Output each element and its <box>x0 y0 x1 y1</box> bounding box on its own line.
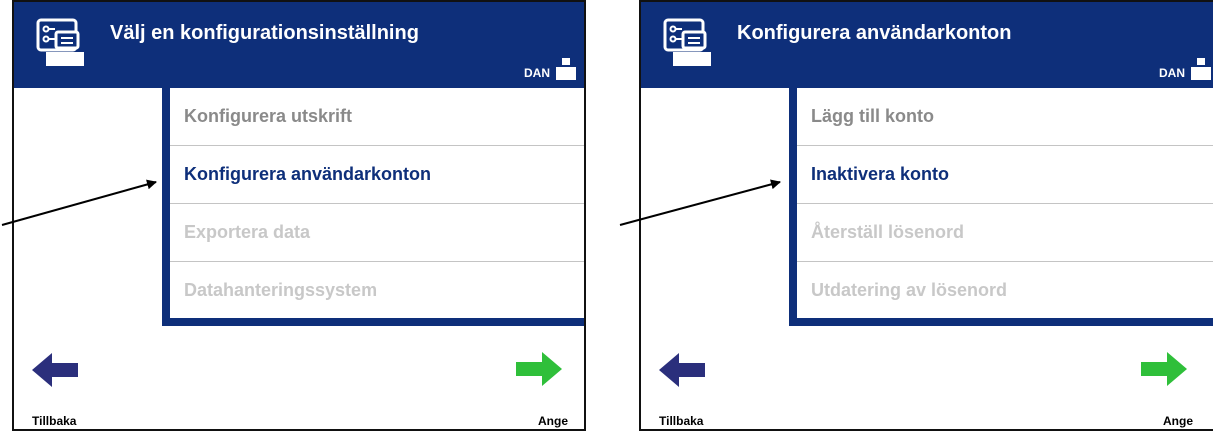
menu-item-configure-print[interactable]: Konfigurera utskrift <box>170 88 584 146</box>
menu-item-export-data[interactable]: Exportera data <box>170 204 584 262</box>
back-arrow-icon[interactable] <box>30 351 80 389</box>
user-name: DAN <box>524 66 550 80</box>
back-button-label[interactable]: Tillbaka <box>659 414 703 428</box>
header-bar: Välj en konfigurationsinställning DAN <box>14 2 584 88</box>
back-arrow-icon[interactable] <box>657 351 707 389</box>
menu-item-configure-user-accounts[interactable]: Konfigurera användarkonton <box>170 146 584 204</box>
screen-configuration-settings: Välj en konfigurationsinställning DAN Ko… <box>12 0 586 431</box>
user-icon <box>556 58 576 80</box>
enter-button-label[interactable]: Ange <box>538 414 568 428</box>
settings-icon <box>36 18 84 66</box>
enter-arrow-icon[interactable] <box>1139 350 1189 388</box>
header-bar: Konfigurera användarkonton DAN <box>641 2 1213 88</box>
user-indicator: DAN <box>524 58 576 80</box>
enter-arrow-icon[interactable] <box>514 350 564 388</box>
screen-configure-user-accounts: Konfigurera användarkonton DAN Lägg till… <box>639 0 1213 431</box>
menu-item-data-management-system[interactable]: Datahanteringssystem <box>170 262 584 319</box>
menu-item-reset-password[interactable]: Återställ lösenord <box>797 204 1213 262</box>
user-icon <box>1191 58 1211 80</box>
menu-list: Konfigurera utskrift Konfigurera använda… <box>162 88 584 326</box>
menu-item-disable-account[interactable]: Inaktivera konto <box>797 146 1213 204</box>
menu-item-add-account[interactable]: Lägg till konto <box>797 88 1213 146</box>
enter-button-label[interactable]: Ange <box>1163 414 1193 428</box>
user-indicator: DAN <box>1159 58 1211 80</box>
settings-icon <box>663 18 711 66</box>
menu-item-password-expiration[interactable]: Utdatering av lösenord <box>797 262 1213 319</box>
page-title: Välj en konfigurationsinställning <box>110 22 419 44</box>
page-title: Konfigurera användarkonton <box>737 22 1012 44</box>
user-name: DAN <box>1159 66 1185 80</box>
menu-list: Lägg till konto Inaktivera konto Återstä… <box>789 88 1213 326</box>
back-button-label[interactable]: Tillbaka <box>32 414 76 428</box>
